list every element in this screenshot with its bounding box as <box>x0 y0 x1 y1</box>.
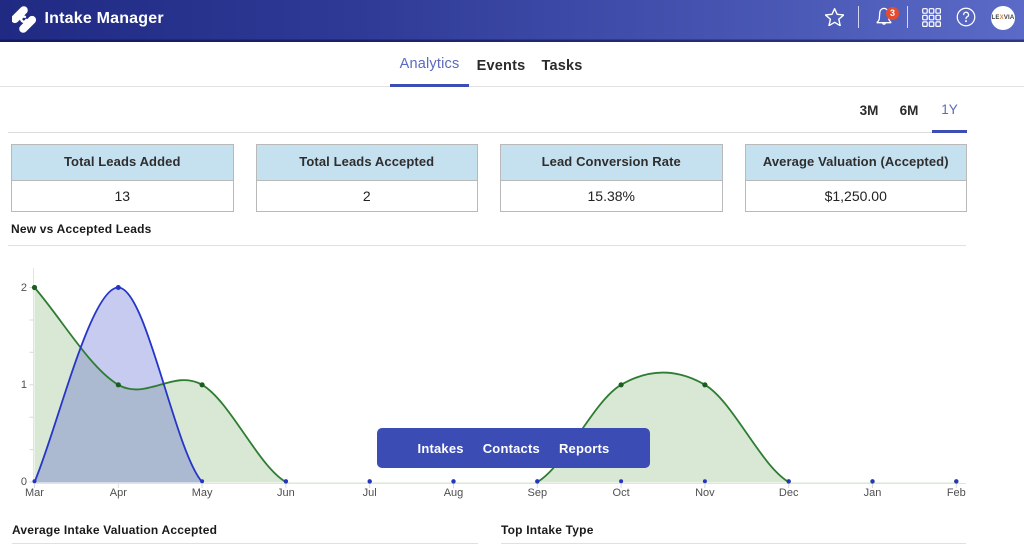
svg-text:Jan: Jan <box>864 487 882 499</box>
svg-text:1: 1 <box>21 379 27 391</box>
svg-text:Jul: Jul <box>363 487 377 499</box>
svg-text:Oct: Oct <box>613 487 630 499</box>
svg-text:Sep: Sep <box>528 487 548 499</box>
svg-text:Nov: Nov <box>695 487 715 499</box>
svg-text:Jun: Jun <box>277 487 295 499</box>
svg-text:2: 2 <box>21 282 27 294</box>
svg-text:Feb: Feb <box>947 487 966 499</box>
svg-text:Dec: Dec <box>779 487 799 499</box>
svg-text:Apr: Apr <box>110 487 127 499</box>
svg-text:May: May <box>192 487 213 499</box>
svg-text:Aug: Aug <box>444 487 464 499</box>
svg-text:Mar: Mar <box>25 487 44 499</box>
